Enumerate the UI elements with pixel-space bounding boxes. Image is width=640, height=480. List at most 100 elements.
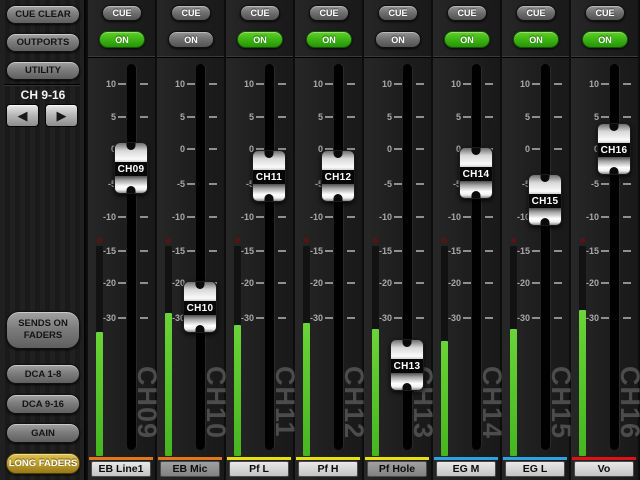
scale-tick-label: 10	[433, 79, 461, 89]
fader-cap[interactable]: CH15	[528, 174, 562, 226]
fader-cap[interactable]: CH10	[183, 281, 217, 333]
scale-tick-label: -5	[295, 179, 323, 189]
scale-tick-mark	[325, 83, 333, 85]
fader-cap-label: CH16	[598, 143, 630, 157]
scale-tick-label: -5	[88, 179, 116, 189]
scale-tick-label: -5	[571, 179, 599, 189]
utility-button[interactable]: UTILITY	[6, 61, 80, 80]
fader-track[interactable]	[334, 64, 343, 450]
channel-number-watermark: CH16	[616, 366, 640, 458]
fader-track[interactable]	[403, 64, 412, 450]
scale-tick-mark	[325, 282, 333, 284]
channel-strip: CUE ON CH11 1050-5-10-15-20-30 CH11 Pf L	[226, 0, 293, 480]
meter-fill	[510, 329, 517, 456]
channel-name-label[interactable]: Pf H	[298, 461, 358, 477]
scale-tick-mark	[278, 83, 286, 85]
gain-button[interactable]: GAIN	[6, 423, 80, 443]
fader-cap-label: CH11	[253, 170, 285, 184]
arrow-left-icon: ◀	[18, 108, 28, 124]
clip-indicator	[442, 238, 447, 243]
channel-color-stripe	[434, 457, 498, 460]
scale-tick-mark	[485, 83, 493, 85]
meter-fill	[579, 310, 586, 456]
scale-tick-mark	[118, 317, 126, 319]
scale-tick-mark	[601, 216, 609, 218]
fader-cap[interactable]: CH13	[390, 339, 424, 391]
fader-cap-bottom	[115, 176, 147, 193]
scale-tick-label: 10	[295, 79, 323, 89]
fader-cap-top	[529, 175, 561, 194]
scale-tick-mark	[209, 216, 217, 218]
fader-track[interactable]	[265, 64, 274, 450]
level-meter	[165, 246, 172, 456]
scale-tick-mark	[416, 282, 424, 284]
channel-number-watermark: CH11	[271, 366, 298, 458]
channel-name-label[interactable]: EG M	[436, 461, 496, 477]
fader-cap[interactable]: CH09	[114, 142, 148, 194]
scale-tick-mark	[554, 317, 562, 319]
scale-tick-mark	[394, 183, 402, 185]
scale-tick-mark	[347, 216, 355, 218]
fader-track[interactable]	[127, 64, 136, 450]
channel-name-label[interactable]: EB Line1	[91, 461, 151, 477]
scale-tick-mark	[554, 148, 562, 150]
fader-track[interactable]	[610, 64, 619, 450]
bank-previous-button[interactable]: ◀	[6, 104, 39, 127]
scale-tick-mark	[347, 317, 355, 319]
scale-tick-label: 5	[364, 112, 392, 122]
channel-strip: CUE ON CH13 1050-5-10-15-20-30 CH13 Pf H…	[364, 0, 431, 480]
meter-fill	[165, 313, 172, 456]
scale-tick-mark	[209, 250, 217, 252]
level-meter	[234, 246, 241, 456]
fader-cap-top	[391, 340, 423, 359]
scale-tick-label: -10	[364, 212, 392, 222]
cue-clear-button[interactable]: CUE CLEAR	[6, 5, 80, 24]
scale-tick-mark	[394, 148, 402, 150]
fader-cap[interactable]: CH11	[252, 150, 286, 202]
channel-name-label[interactable]: Pf Hole	[367, 461, 427, 477]
channel-color-stripe	[227, 457, 291, 460]
scale-tick-mark	[256, 282, 264, 284]
scale-tick-mark	[394, 282, 402, 284]
fader-track[interactable]	[196, 64, 205, 450]
scale-tick-mark	[394, 216, 402, 218]
channel-name-label[interactable]: Pf L	[229, 461, 289, 477]
dca-1-8-button[interactable]: DCA 1-8	[6, 364, 80, 384]
channel-name-label[interactable]: Vo	[574, 461, 634, 477]
fader-cap-bottom	[253, 184, 285, 201]
fader-cap[interactable]: CH16	[597, 123, 631, 175]
fader-track[interactable]	[541, 64, 550, 450]
level-meter	[579, 246, 586, 456]
fader-cap[interactable]: CH14	[459, 147, 493, 199]
dca-9-16-button[interactable]: DCA 9-16	[6, 394, 80, 414]
scale-tick-mark	[463, 116, 471, 118]
bank-next-button[interactable]: ▶	[45, 104, 78, 127]
scale-tick-mark	[209, 148, 217, 150]
scale-tick-mark	[140, 282, 148, 284]
scale-tick-mark	[416, 250, 424, 252]
channel-number-watermark: CH12	[340, 366, 367, 458]
scale-tick-mark	[187, 148, 195, 150]
fader-cap-label: CH09	[115, 162, 147, 176]
fader-cap-top	[253, 151, 285, 170]
fader-cap[interactable]: CH12	[321, 150, 355, 202]
scale-tick-mark	[623, 317, 631, 319]
scale-tick-mark	[532, 282, 540, 284]
long-faders-button[interactable]: LONG FADERS	[6, 453, 80, 474]
channel-strip: CUE ON CH15 1050-5-10-15-20-30 CH15 EG L	[502, 0, 569, 480]
scale-tick-mark	[209, 83, 217, 85]
outports-button[interactable]: OUTPORTS	[6, 33, 80, 52]
scale-tick-mark	[532, 83, 540, 85]
fader-area: CH16 1050-5-10-15-20-30 CH16	[571, 0, 638, 480]
sends-on-faders-button[interactable]: SENDS ON FADERS	[6, 311, 80, 349]
fader-cap-top	[184, 282, 216, 301]
scale-tick-label: -5	[502, 179, 530, 189]
scale-tick-label: 0	[571, 144, 599, 154]
fader-cap-bottom	[529, 208, 561, 225]
fader-track[interactable]	[472, 64, 481, 450]
channel-name-label[interactable]: EB Mic	[160, 461, 220, 477]
scale-tick-mark	[140, 116, 148, 118]
channel-number-watermark: CH14	[478, 366, 505, 458]
channel-name-label[interactable]: EG L	[505, 461, 565, 477]
scale-tick-label: -10	[571, 212, 599, 222]
